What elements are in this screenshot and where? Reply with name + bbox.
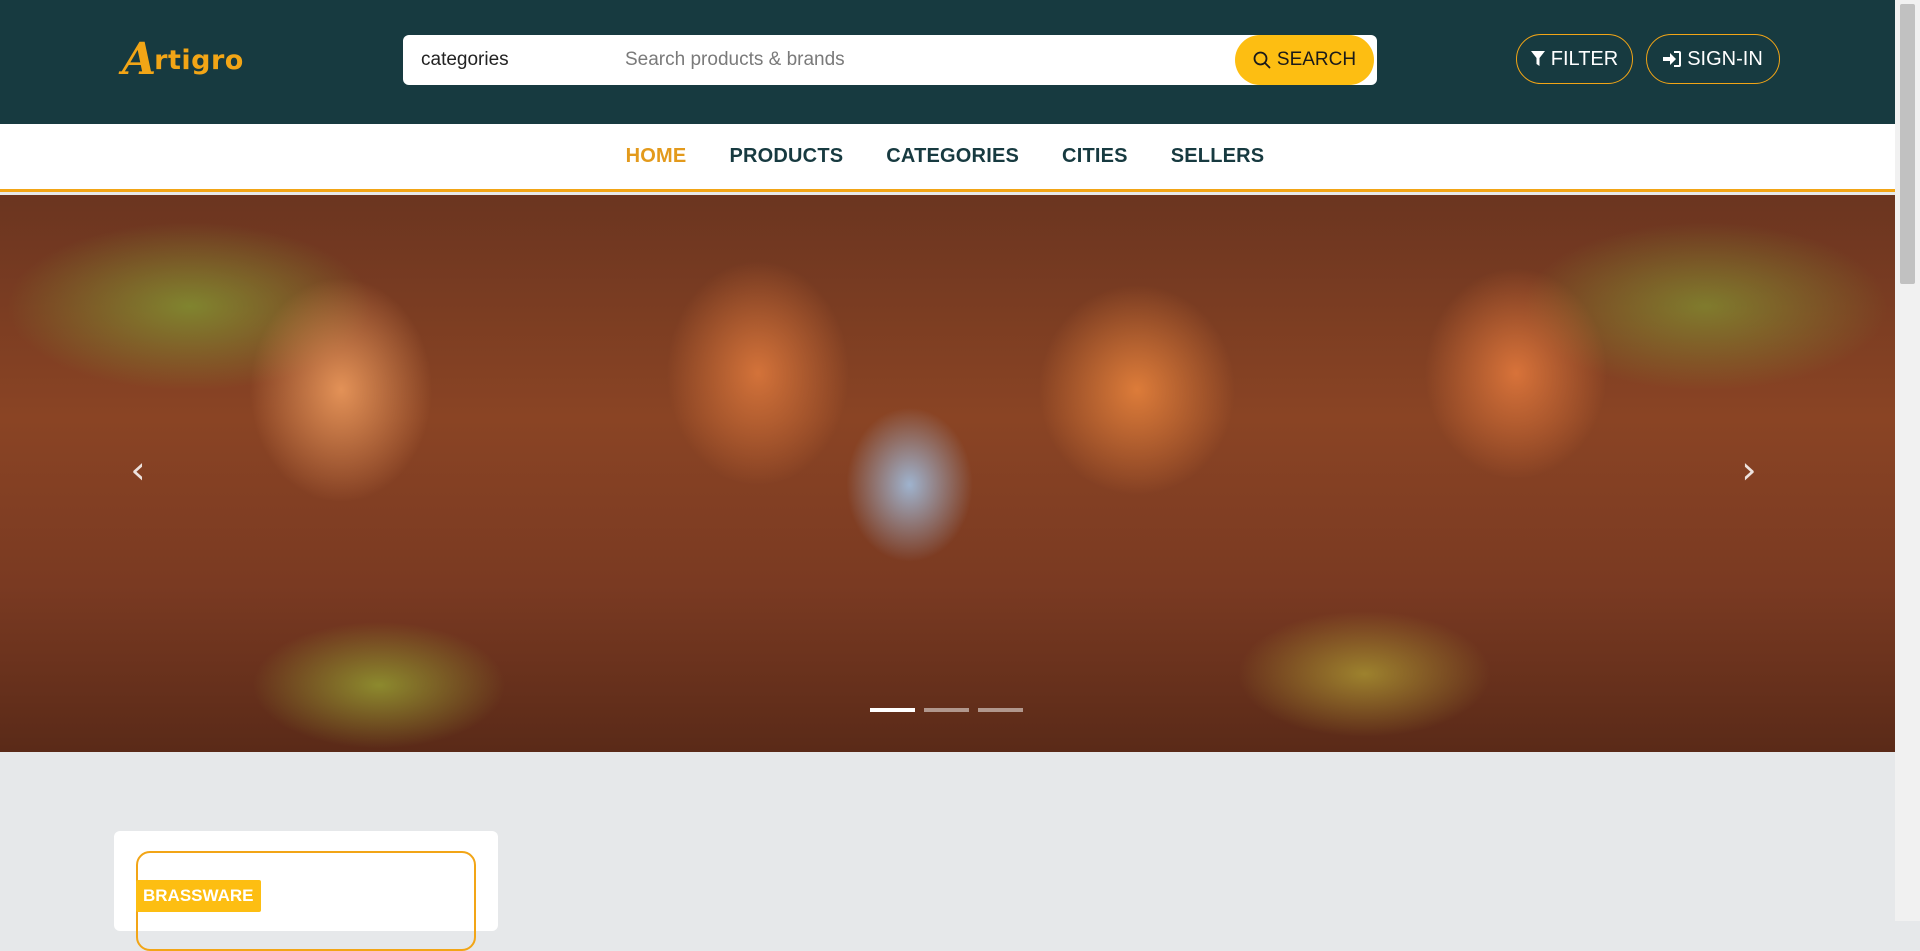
carousel-indicator-3[interactable]	[978, 708, 1023, 712]
carousel-next-button[interactable]: ›	[1729, 448, 1769, 492]
site-header: A rtigro categories SEARCH FILTER SIGN-I…	[0, 0, 1895, 124]
search-button-label: SEARCH	[1276, 49, 1357, 70]
filter-button[interactable]: FILTER	[1516, 34, 1633, 84]
chevron-left-icon: ‹	[130, 448, 146, 492]
search-icon	[1253, 51, 1271, 69]
hero-carousel: ‹ ›	[0, 195, 1895, 752]
artigro-logo[interactable]: A rtigro	[122, 32, 244, 88]
search-button[interactable]: SEARCH	[1235, 35, 1374, 85]
nav-item-products[interactable]: PRODUCTS	[729, 145, 843, 168]
main-nav: HOME PRODUCTS CATEGORIES CITIES SELLERS	[0, 124, 1895, 192]
carousel-indicator-1[interactable]	[870, 708, 915, 712]
sign-in-button-label: SIGN-IN	[1687, 47, 1763, 70]
category-badge: BRASSWARE	[136, 880, 261, 912]
page-scrollbar[interactable]	[1895, 0, 1920, 921]
carousel-indicator-2[interactable]	[924, 708, 969, 712]
sign-in-icon	[1663, 51, 1682, 67]
search-bar: categories SEARCH	[403, 35, 1377, 85]
nav-item-categories[interactable]: CATEGORIES	[886, 145, 1019, 168]
nav-item-sellers[interactable]: SELLERS	[1171, 145, 1265, 168]
logo-text: rtigro	[154, 44, 244, 76]
logo-initial: A	[122, 34, 157, 85]
search-category-select[interactable]: categories	[403, 49, 623, 71]
filter-button-label: FILTER	[1550, 47, 1619, 70]
carousel-prev-button[interactable]: ‹	[118, 448, 158, 492]
nav-list: HOME PRODUCTS CATEGORIES CITIES SELLERS	[626, 145, 1265, 168]
scrollbar-thumb[interactable]	[1900, 4, 1915, 284]
carousel-indicators	[870, 708, 1023, 712]
sign-in-button[interactable]: SIGN-IN	[1646, 34, 1780, 84]
filter-icon	[1530, 51, 1545, 66]
chevron-right-icon: ›	[1741, 448, 1757, 492]
nav-item-cities[interactable]: CITIES	[1062, 145, 1128, 168]
nav-item-home[interactable]: HOME	[626, 145, 687, 168]
